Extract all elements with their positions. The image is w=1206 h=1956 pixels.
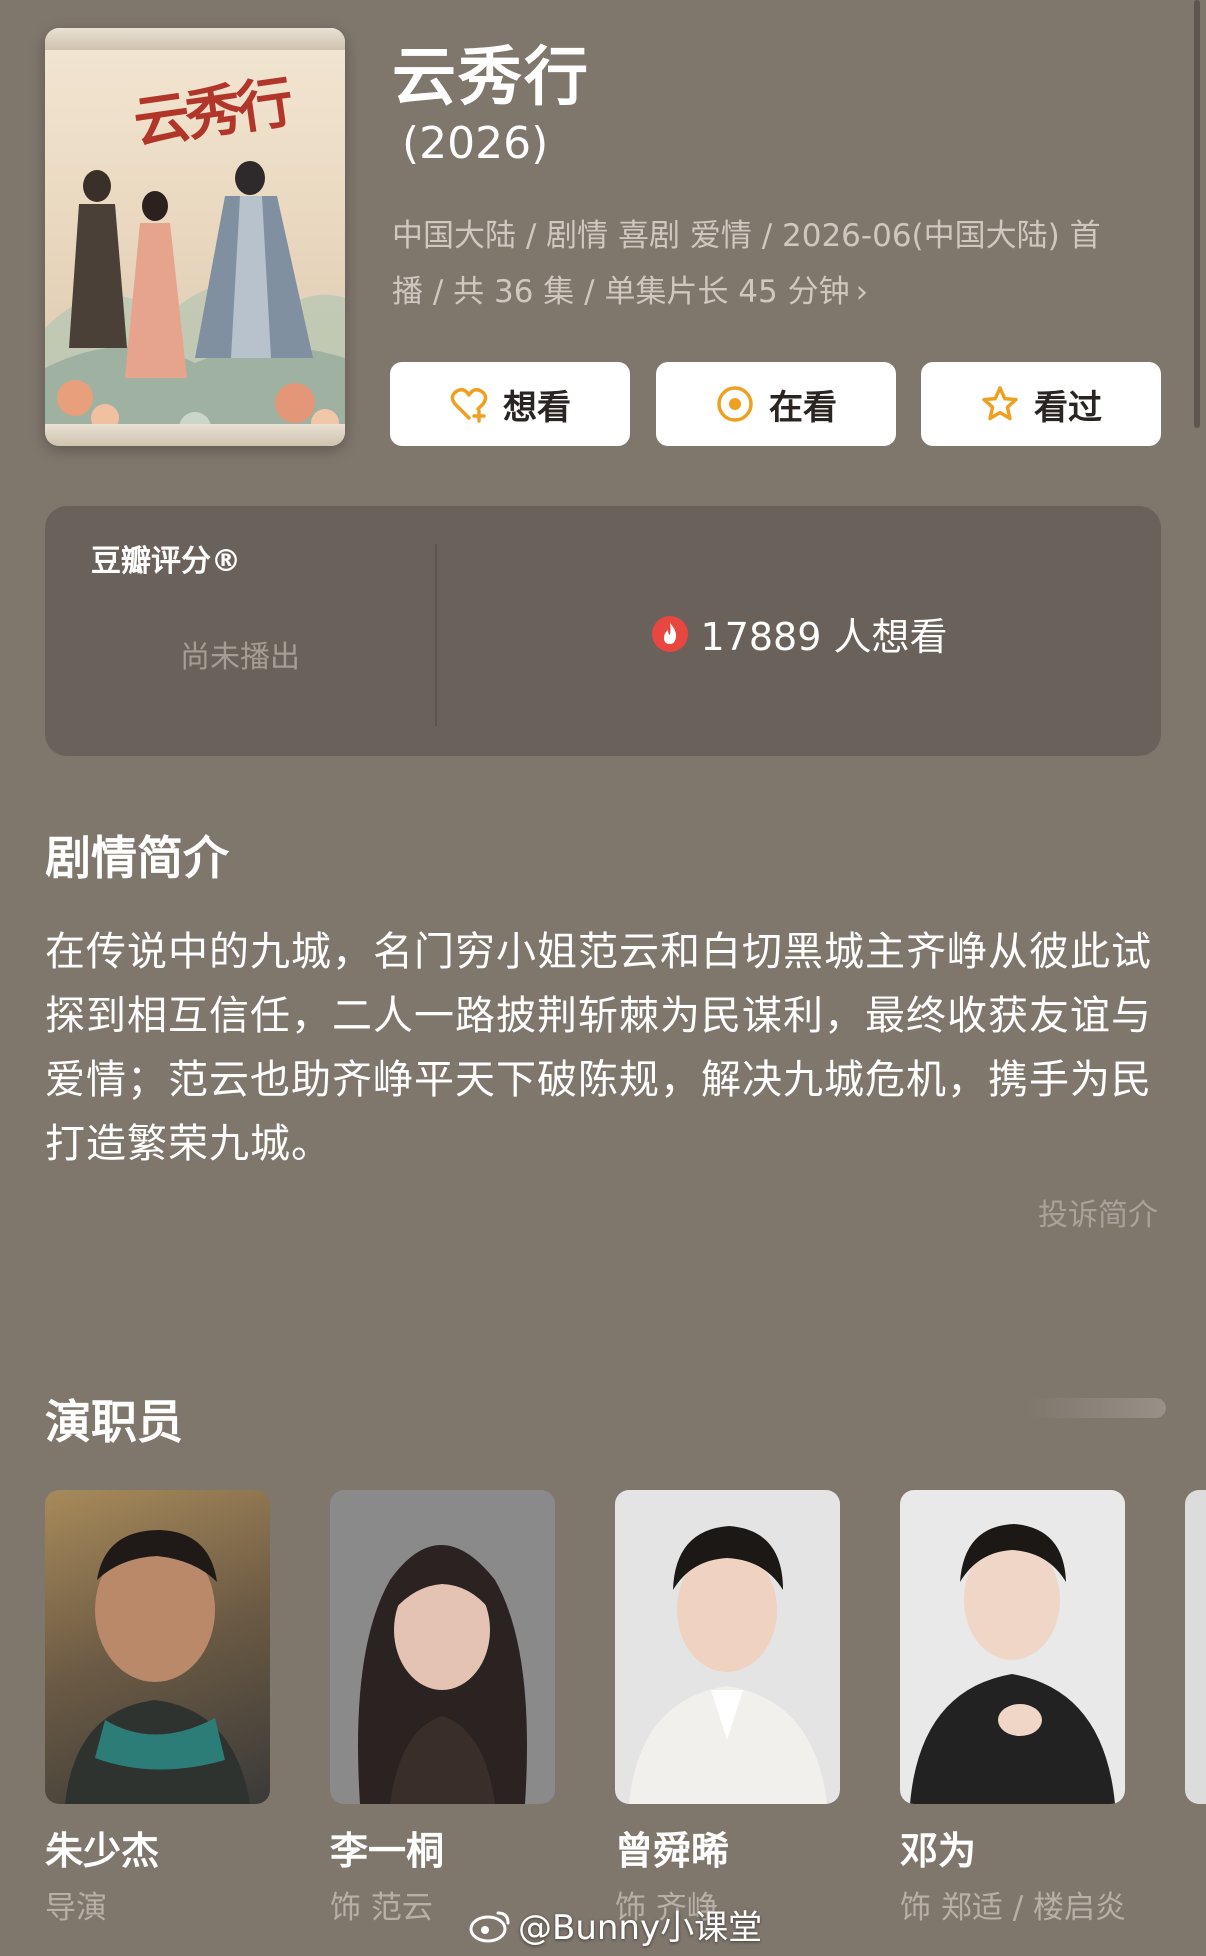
watched-button[interactable]: 看过 (921, 362, 1161, 446)
rating-status: 尚未播出 (180, 640, 300, 675)
cast-card[interactable]: 代 饰 (1185, 1490, 1206, 1804)
want-to-watch-label: 想看 (503, 387, 571, 428)
meta-line-2: 播 / 共 36 集 / 单集片长 45 分钟 › (392, 274, 869, 310)
cast-name: 朱少杰 (45, 1829, 160, 1873)
watching-label: 在看 (769, 387, 837, 428)
scrollbar[interactable] (1194, 0, 1200, 428)
synopsis-heading: 剧情简介 (45, 831, 229, 885)
cast-card[interactable]: 曾舜晞 饰 齐峥 (615, 1490, 840, 1926)
cast-photo (1185, 1490, 1206, 1804)
cast-more-link[interactable] (1026, 1398, 1166, 1418)
cast-name: 李一桐 (330, 1829, 445, 1873)
douban-rating-label: 豆瓣评分® (91, 544, 241, 579)
report-synopsis-link[interactable]: 投诉简介 (1038, 1190, 1158, 1234)
target-icon (717, 386, 753, 422)
weibo-icon (469, 1911, 510, 1942)
cast-card[interactable]: 李一桐 饰 范云 (330, 1490, 555, 1926)
synopsis-text: 在传说中的九城，名门穷小姐范云和白切黑城主齐峥从彼此试探到相互信任，二人一路披荆… (45, 929, 1152, 1167)
heart-plus-icon (450, 387, 488, 423)
cast-name: 曾舜晞 (615, 1829, 730, 1873)
cast-role: 饰 郑适 / 楼启炎 (900, 1890, 1127, 1926)
show-meta[interactable]: 中国大陆 / 剧情 喜剧 爱情 / 2026-06(中国大陆) 首 播 / 共 … (392, 208, 1132, 320)
poster-scroll-bottom (45, 424, 345, 446)
cast-role: 导演 (45, 1890, 107, 1926)
page-title: 云秀行 (392, 41, 590, 115)
watermark-text: @Bunny小课堂 (518, 1908, 763, 1948)
want-count: 17889 人想看 (437, 606, 1161, 661)
star-icon (982, 386, 1018, 421)
cast-photo (330, 1490, 555, 1804)
cast-name: 邓为 (900, 1829, 977, 1873)
cast-photo (45, 1490, 270, 1804)
rating-card[interactable]: 豆瓣评分® 尚未播出 17889 人想看 (45, 506, 1161, 756)
cast-role: 饰 范云 (330, 1890, 433, 1926)
watching-button[interactable]: 在看 (656, 362, 896, 446)
cast-heading: 演职员 (45, 1395, 183, 1449)
cast-card[interactable]: 朱少杰 导演 (45, 1490, 270, 1926)
poster-image[interactable]: 云秀行 (45, 28, 345, 446)
chevron-right-icon: › (855, 274, 869, 310)
watermark: @Bunny小课堂 (468, 1900, 762, 1949)
cast-photo (615, 1490, 840, 1804)
want-to-watch-button[interactable]: 想看 (390, 362, 630, 446)
cast-card[interactable]: 邓为 饰 郑适 / 楼启炎 (900, 1490, 1126, 1926)
meta-line-1: 中国大陆 / 剧情 喜剧 爱情 / 2026-06(中国大陆) 首 (392, 218, 1101, 254)
release-year: (2026) (402, 118, 549, 169)
cast-photo (900, 1490, 1125, 1804)
fire-icon (651, 615, 688, 652)
want-count-text: 17889 人想看 (700, 615, 948, 659)
watched-label: 看过 (1034, 387, 1102, 428)
